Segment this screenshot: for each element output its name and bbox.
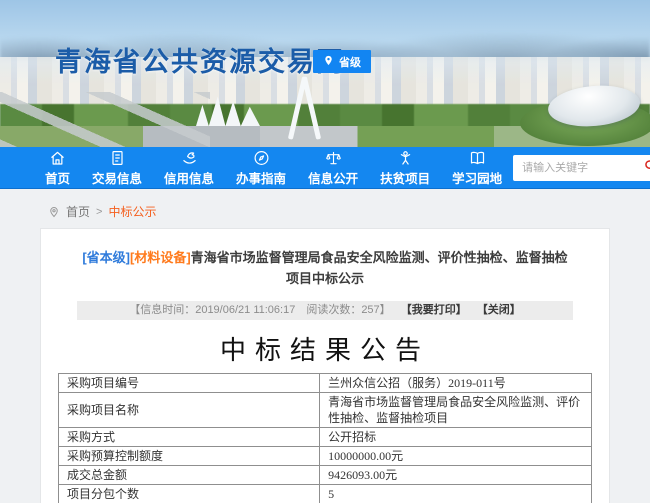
document-icon bbox=[108, 149, 127, 167]
breadcrumb-pin-icon bbox=[48, 205, 60, 219]
nav-item-credit-info[interactable]: 信用信息 bbox=[153, 149, 225, 187]
person-arms-up-icon bbox=[396, 149, 415, 167]
article-tag-level: [省本级] bbox=[82, 250, 130, 265]
open-book-icon bbox=[468, 149, 487, 167]
search-box bbox=[513, 154, 650, 181]
table-row: 成交总金额 9426093.00元 bbox=[57, 465, 592, 485]
home-icon bbox=[48, 149, 67, 167]
nav-label: 扶贫项目 bbox=[380, 171, 431, 186]
article-title: [省本级][材料设备]青海省市场监督管理局食品安全风险监测、评价性抽检、监督抽检… bbox=[79, 247, 571, 289]
location-pin-icon bbox=[323, 54, 334, 70]
row-value: 兰州众信公招（服务）2019-011号 bbox=[319, 373, 592, 393]
close-link[interactable]: 【关闭】 bbox=[477, 304, 521, 316]
table-row: 采购方式 公开招标 bbox=[57, 427, 592, 447]
row-label: 采购项目名称 bbox=[57, 392, 321, 428]
row-label: 采购方式 bbox=[57, 427, 321, 447]
breadcrumb-home-link[interactable]: 首页 bbox=[66, 203, 90, 220]
table-row: 采购预算控制额度 10000000.00元 bbox=[57, 446, 592, 466]
article-tag-category: [材料设备] bbox=[129, 250, 191, 265]
row-label: 成交总金额 bbox=[57, 465, 321, 485]
row-value: 10000000.00元 bbox=[319, 446, 592, 466]
nav-label: 信息公开 bbox=[308, 171, 359, 186]
nav-item-poverty-relief[interactable]: 扶贫项目 bbox=[369, 149, 441, 187]
row-label: 项目分包个数 bbox=[57, 484, 321, 503]
article-title-text: 青海省市场监督管理局食品安全风险监测、评价性抽检、监督抽检项目中标公示 bbox=[190, 250, 568, 286]
banner-highway-interchange bbox=[0, 92, 210, 147]
article-meta-bar: 【信息时间：2019/06/21 11:06:17 阅读次数：257】 【我要打… bbox=[77, 301, 573, 320]
row-value: 青海省市场监督管理局食品安全风险监测、评价性抽检、监督抽检项目 bbox=[319, 392, 592, 428]
nav-label: 办事指南 bbox=[236, 171, 287, 186]
result-table: 采购项目编号 兰州众信公招（服务）2019-011号 采购项目名称 青海省市场监… bbox=[57, 373, 592, 503]
print-link[interactable]: 【我要打印】 bbox=[401, 304, 467, 316]
banner: 青海省公共资源交易网 省级 bbox=[0, 0, 650, 147]
breadcrumb-separator: > bbox=[96, 205, 103, 218]
hand-dove-icon bbox=[180, 149, 199, 167]
page: 青海省公共资源交易网 省级 首页 交易信息 信用信息 办事指南 信息公开 扶贫项… bbox=[0, 0, 650, 503]
nav-item-public-info[interactable]: 信息公开 bbox=[297, 149, 369, 187]
nav-item-home[interactable]: 首页 bbox=[34, 149, 81, 187]
nav-item-learning[interactable]: 学习园地 bbox=[441, 149, 513, 187]
compass-icon bbox=[252, 149, 271, 167]
main-nav: 首页 交易信息 信用信息 办事指南 信息公开 扶贫项目 学习园地 请输入关键字 bbox=[0, 147, 650, 189]
level-badge-label: 省级 bbox=[339, 56, 361, 69]
search-input[interactable] bbox=[520, 160, 644, 175]
nav-label: 交易信息 bbox=[92, 171, 143, 186]
row-label: 采购项目编号 bbox=[57, 373, 321, 393]
scales-icon bbox=[324, 149, 343, 167]
breadcrumb: 首页 > 中标公示 bbox=[0, 189, 650, 228]
row-value: 9426093.00元 bbox=[319, 465, 592, 485]
content-panel: [省本级][材料设备]青海省市场监督管理局食品安全风险监测、评价性抽检、监督抽检… bbox=[40, 228, 610, 503]
level-badge[interactable]: 省级 bbox=[313, 50, 371, 73]
table-row: 采购项目名称 青海省市场监督管理局食品安全风险监测、评价性抽检、监督抽检项目 bbox=[57, 392, 592, 428]
nav-label: 信用信息 bbox=[164, 171, 215, 186]
row-label: 采购预算控制额度 bbox=[57, 446, 321, 466]
search-icon[interactable] bbox=[643, 158, 650, 178]
row-value: 公开招标 bbox=[319, 427, 592, 447]
site-title: 青海省公共资源交易网 bbox=[55, 47, 345, 77]
table-row: 项目分包个数 5 bbox=[57, 484, 592, 503]
nav-label: 学习园地 bbox=[452, 171, 503, 186]
table-row: 采购项目编号 兰州众信公招（服务）2019-011号 bbox=[57, 373, 592, 393]
article-meta-info: 【信息时间：2019/06/21 11:06:17 阅读次数：257】 bbox=[129, 304, 391, 316]
nav-item-guide[interactable]: 办事指南 bbox=[225, 149, 297, 187]
breadcrumb-current-link[interactable]: 中标公示 bbox=[108, 203, 156, 220]
nav-label: 首页 bbox=[45, 171, 71, 186]
row-value: 5 bbox=[319, 484, 592, 503]
nav-item-trade-info[interactable]: 交易信息 bbox=[81, 149, 153, 187]
section-heading: 中标结果公告 bbox=[219, 336, 430, 365]
